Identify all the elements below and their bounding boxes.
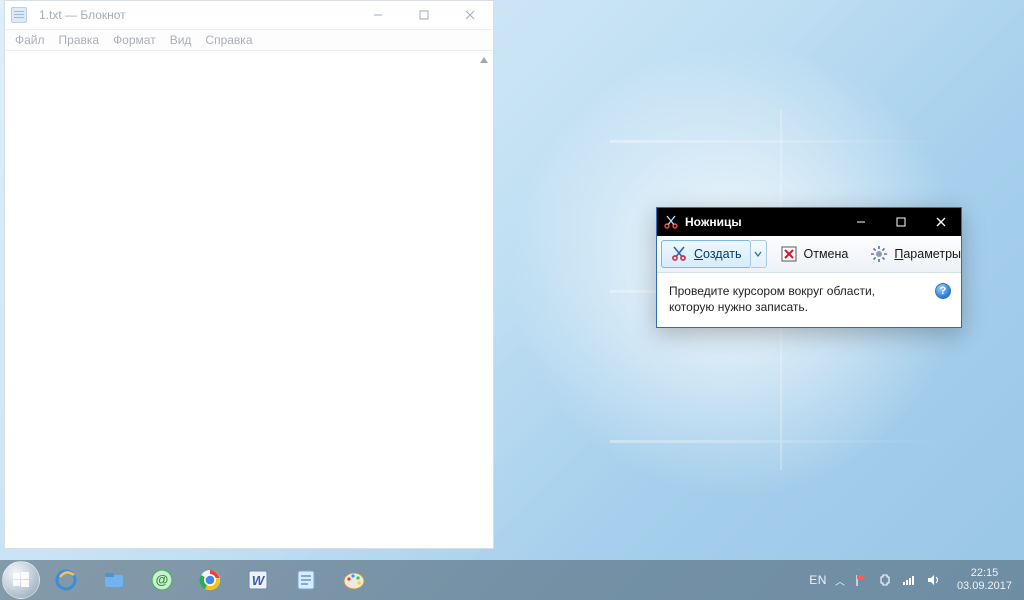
scissors-icon — [663, 214, 679, 230]
taskbar-item-notepad[interactable] — [284, 563, 328, 597]
scissors-icon — [670, 245, 688, 263]
menu-help[interactable]: Справка — [205, 33, 252, 47]
taskbar-item-explorer[interactable] — [92, 563, 136, 597]
clock-date: 03.09.2017 — [957, 580, 1012, 593]
svg-text:@: @ — [156, 572, 169, 587]
start-button[interactable] — [2, 561, 40, 599]
snip-new-label: Создать — [694, 247, 742, 261]
taskbar-clock[interactable]: 22:15 03.09.2017 — [949, 567, 1020, 593]
taskbar-item-paint[interactable] — [332, 563, 376, 597]
notepad-close-button[interactable] — [447, 1, 493, 29]
menu-file[interactable]: Файл — [15, 33, 45, 47]
snip-title-text: Ножницы — [685, 215, 841, 229]
taskbar-item-ie[interactable] — [44, 563, 88, 597]
notepad-app-icon — [11, 7, 27, 23]
snip-cancel-button[interactable]: Отмена — [771, 240, 858, 268]
taskbar: @ W EN ︿ — [0, 560, 1024, 600]
notepad-text-area[interactable] — [5, 51, 493, 548]
snip-new-button[interactable]: Создать — [661, 240, 751, 268]
snip-new-mode-dropdown[interactable] — [751, 240, 767, 268]
help-icon[interactable]: ? — [935, 283, 951, 299]
snip-hint-area: Проведите курсором вокруг области, котор… — [657, 273, 961, 327]
menu-format[interactable]: Формат — [113, 33, 156, 47]
snip-options-button[interactable]: Параметры — [861, 240, 970, 268]
clock-time: 22:15 — [957, 567, 1012, 580]
snip-toolbar: Создать Отмена — [657, 236, 961, 273]
snip-titlebar[interactable]: Ножницы — [657, 208, 961, 236]
snip-close-button[interactable] — [921, 208, 961, 236]
notepad-window: 1.txt — Блокнот Файл Правка Формат Вид С… — [4, 0, 494, 549]
menu-view[interactable]: Вид — [170, 33, 192, 47]
snip-options-label: Параметры — [894, 247, 961, 261]
taskbar-item-chrome[interactable] — [188, 563, 232, 597]
tray-power-icon[interactable] — [877, 572, 893, 588]
notepad-maximize-button[interactable] — [401, 1, 447, 29]
menu-edit[interactable]: Правка — [59, 33, 100, 47]
notepad-menubar: Файл Правка Формат Вид Справка — [5, 29, 493, 51]
snip-maximize-button[interactable] — [881, 208, 921, 236]
notepad-title-text: 1.txt — Блокнот — [39, 8, 126, 22]
cancel-icon — [780, 245, 798, 263]
tray-flag-icon[interactable] — [853, 572, 869, 588]
tray-network-icon[interactable] — [901, 572, 917, 588]
taskbar-item-mail[interactable]: @ — [140, 563, 184, 597]
gear-icon — [870, 245, 888, 263]
svg-text:W: W — [252, 573, 266, 588]
taskbar-item-word[interactable]: W — [236, 563, 280, 597]
snipping-tool-window: Ножницы Создать — [656, 207, 962, 328]
scrollbar-up-button[interactable] — [477, 53, 491, 67]
tray-volume-icon[interactable] — [925, 572, 941, 588]
tray-overflow-chevron-icon[interactable]: ︿ — [835, 573, 845, 588]
notepad-minimize-button[interactable] — [355, 1, 401, 29]
desktop: 1.txt — Блокнот Файл Правка Формат Вид С… — [0, 0, 1024, 600]
language-indicator[interactable]: EN — [809, 573, 827, 587]
notepad-titlebar[interactable]: 1.txt — Блокнот — [5, 1, 493, 29]
snip-cancel-label: Отмена — [804, 247, 849, 261]
snip-hint-text: Проведите курсором вокруг области, котор… — [669, 283, 921, 315]
snip-minimize-button[interactable] — [841, 208, 881, 236]
